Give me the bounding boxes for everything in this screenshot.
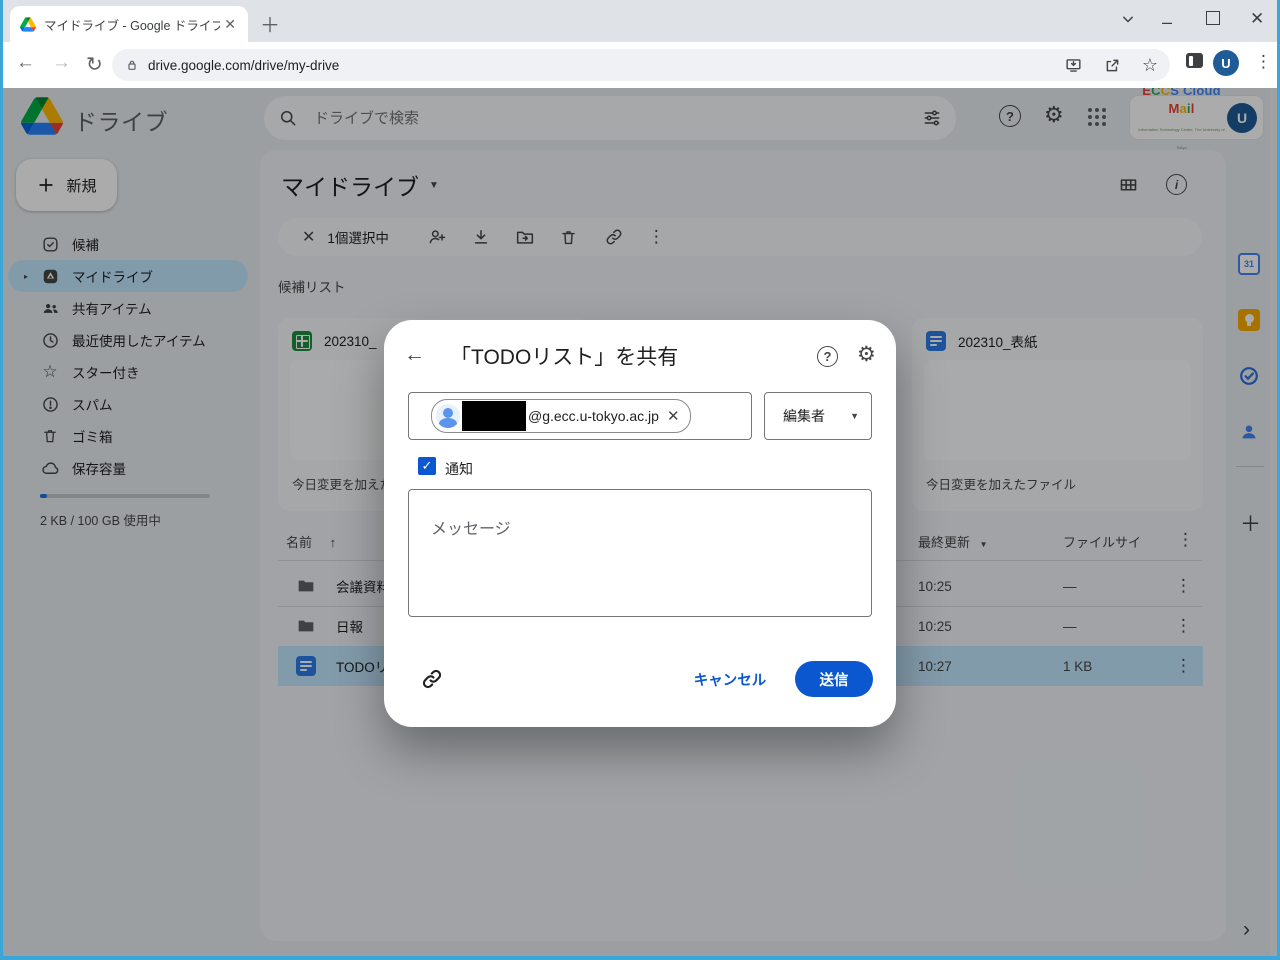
share-recipients-field[interactable]: @g.ecc.u-tokyo.ac.jp ✕ — [408, 392, 752, 440]
window-minimize-button[interactable]: – — [1162, 12, 1172, 33]
role-select[interactable]: 編集者 ▼ — [764, 392, 872, 440]
tab-title: マイドライブ - Google ドライブ — [44, 15, 220, 34]
cancel-button[interactable]: キャンセル — [680, 669, 780, 689]
recipient-email-domain: @g.ecc.u-tokyo.ac.jp — [528, 408, 659, 424]
chevron-down-icon: ▼ — [850, 411, 859, 421]
person-avatar-icon — [436, 404, 460, 428]
chip-remove-icon[interactable]: ✕ — [667, 407, 680, 425]
dialog-back-icon[interactable]: ← — [404, 343, 425, 367]
dialog-help-icon[interactable]: ? — [817, 346, 838, 367]
forward-icon[interactable]: → — [52, 52, 71, 74]
back-icon[interactable]: ← — [16, 52, 35, 74]
drive-favicon — [20, 17, 36, 32]
copy-link-icon[interactable] — [420, 667, 444, 691]
window-maximize-button[interactable] — [1206, 11, 1220, 25]
refresh-icon[interactable]: ↻ — [86, 52, 103, 77]
window-border — [0, 0, 3, 960]
notify-label: 通知 — [445, 459, 473, 479]
browser-tab[interactable]: マイドライブ - Google ドライブ ✕ — [10, 6, 248, 42]
share-dialog: ← 「TODOリスト」を共有 ? ⚙ @g.ecc.u-tokyo.ac.jp … — [384, 320, 896, 727]
new-tab-button[interactable]: ＋ — [260, 9, 280, 38]
side-panel-icon[interactable] — [1186, 53, 1203, 68]
install-icon[interactable] — [1064, 56, 1083, 75]
send-button[interactable]: 送信 — [795, 661, 873, 697]
dialog-settings-gear-icon[interactable]: ⚙ — [857, 342, 876, 367]
window-close-button[interactable]: ✕ — [1250, 9, 1264, 29]
check-icon: ✓ — [422, 458, 433, 474]
tab-close-icon[interactable]: ✕ — [220, 16, 240, 33]
message-textarea[interactable] — [408, 489, 872, 617]
url-text: drive.google.com/drive/my-drive — [148, 58, 1064, 73]
address-bar[interactable]: drive.google.com/drive/my-drive ☆ — [112, 49, 1170, 81]
window-border — [0, 956, 1280, 960]
role-value: 編集者 — [783, 406, 825, 426]
window-chevron-icon[interactable] — [1118, 8, 1138, 30]
lock-icon — [124, 57, 140, 73]
dialog-title: 「TODOリスト」を共有 — [450, 341, 678, 371]
share-icon[interactable] — [1103, 56, 1122, 75]
notify-checkbox[interactable]: ✓ — [418, 457, 436, 475]
browser-menu-icon[interactable]: ⋮ — [1255, 52, 1272, 72]
redacted-name — [462, 401, 526, 431]
browser-profile-avatar[interactable]: U — [1213, 50, 1239, 76]
bookmark-star-icon[interactable]: ☆ — [1142, 55, 1158, 76]
recipient-chip[interactable]: @g.ecc.u-tokyo.ac.jp ✕ — [431, 399, 691, 433]
